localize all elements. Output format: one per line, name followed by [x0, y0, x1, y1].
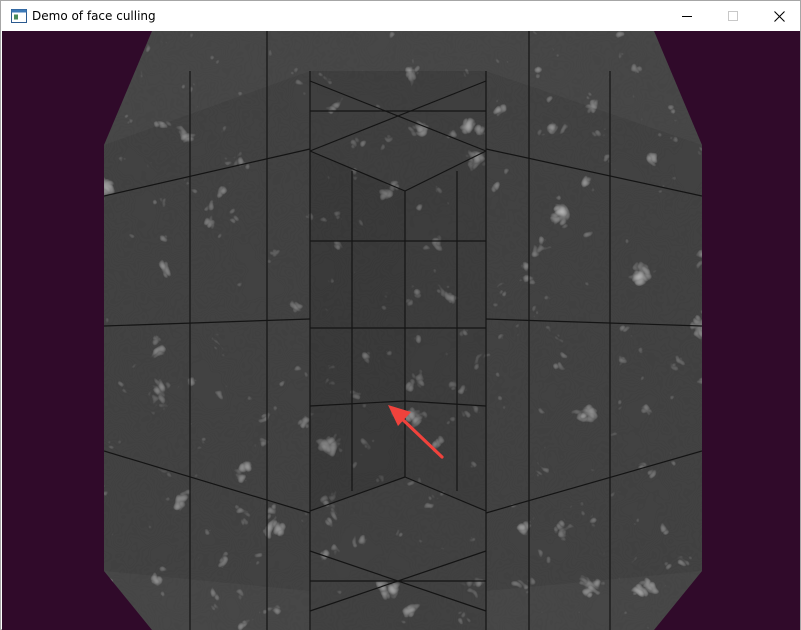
- close-icon: [773, 10, 785, 22]
- title-bar[interactable]: Demo of face culling: [1, 1, 800, 31]
- app-window: Demo of face culling: [0, 0, 801, 630]
- minimize-button[interactable]: [664, 1, 710, 31]
- maximize-icon: [728, 11, 738, 21]
- cube-body: [104, 31, 702, 630]
- maximize-button[interactable]: [710, 1, 756, 31]
- close-button[interactable]: [756, 1, 801, 31]
- cube-scene: [2, 31, 800, 630]
- app-window-icon: [11, 9, 27, 23]
- minimize-icon: [682, 16, 692, 17]
- window-title: Demo of face culling: [32, 9, 156, 23]
- render-viewport[interactable]: [2, 31, 800, 630]
